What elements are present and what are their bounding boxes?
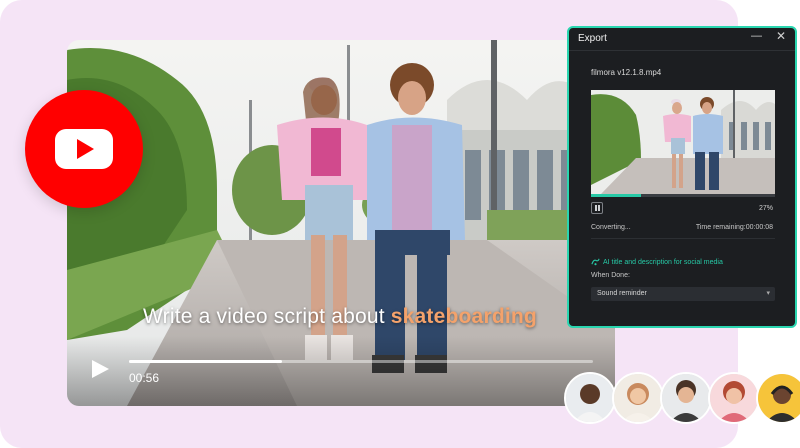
person-avatar-icon (758, 374, 800, 422)
export-preview-thumbnail (591, 90, 775, 194)
video-progress-bar[interactable] (129, 360, 593, 363)
caption-highlight: skateboarding (390, 305, 537, 328)
caption-text: Write a video script about (143, 305, 391, 328)
youtube-play-icon (77, 139, 94, 159)
export-progress-fill (591, 194, 641, 197)
export-filename: filmora v12.1.8.mp4 (591, 68, 662, 77)
close-icon[interactable]: ✕ (776, 29, 786, 43)
time-remaining: Time remaining:00:00:08 (695, 224, 773, 231)
play-icon (92, 360, 109, 378)
avatar-3 (660, 372, 712, 424)
preview-image (591, 90, 775, 194)
play-button[interactable] (89, 358, 111, 380)
title-divider (569, 50, 795, 51)
section-divider (591, 238, 775, 239)
when-done-select[interactable]: Sound reminder ▾ (591, 287, 775, 301)
export-progress-bar (591, 194, 775, 197)
person-avatar-icon (662, 374, 710, 422)
current-time: 00:56 (129, 371, 160, 385)
person-avatar-icon (710, 374, 758, 422)
ai-description-option[interactable]: AI title and description for social medi… (591, 257, 723, 266)
pause-icon[interactable] (591, 202, 603, 214)
ai-option-label: AI title and description for social medi… (603, 259, 723, 266)
export-dialog: Export — ✕ filmora v12.1.8.mp4 27% Conve… (567, 26, 797, 328)
video-caption: Write a video script about skateboarding (143, 305, 537, 329)
person-avatar-icon (566, 374, 614, 422)
person-avatar-icon (614, 374, 662, 422)
minimize-icon[interactable]: — (751, 30, 762, 42)
export-status: Converting... (591, 224, 631, 231)
video-player[interactable]: Write a video script about skateboarding… (67, 40, 615, 406)
youtube-logo-icon (25, 90, 143, 208)
avatar-5 (756, 372, 800, 424)
when-done-label: When Done: (591, 272, 630, 279)
avatar-4 (708, 372, 760, 424)
export-title: Export (578, 33, 607, 44)
chevron-down-icon: ▾ (766, 290, 770, 297)
when-done-value: Sound reminder (597, 290, 647, 297)
avatar-1 (564, 372, 616, 424)
ai-sparkle-icon (591, 258, 600, 266)
avatar-2 (612, 372, 664, 424)
export-percent: 27% (758, 205, 773, 212)
video-progress-fill (129, 360, 283, 363)
